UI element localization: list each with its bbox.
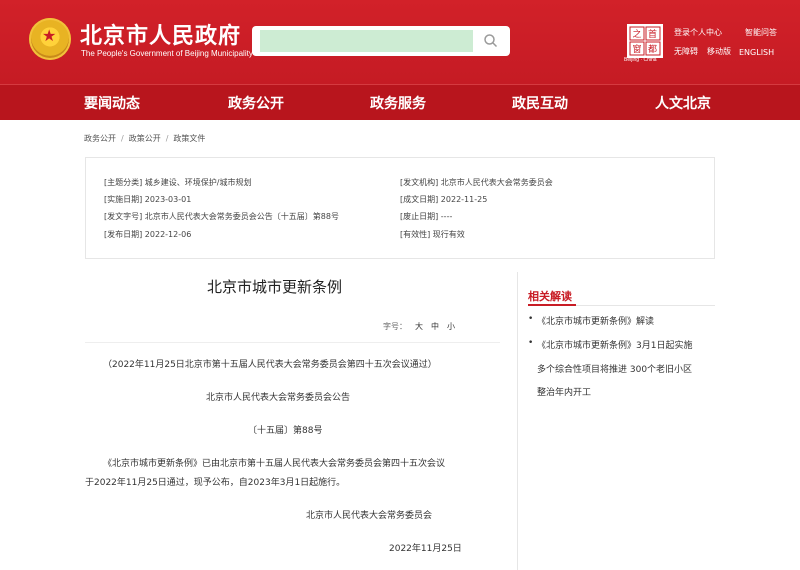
site-title[interactable]: 北京市人民政府 <box>80 18 241 50</box>
emblem-star-icon: ★ <box>42 26 57 45</box>
article-date: 2022年11月25日 <box>389 544 462 554</box>
related-title-rule <box>576 305 715 306</box>
svg-text:首: 首 <box>648 28 657 40</box>
meta-issuer-value: 北京市人民代表大会常务委员会 <box>440 178 553 187</box>
breadcrumb-separator: / <box>121 134 124 143</box>
article-paragraph-line: 《北京市城市更新条例》已由北京市第十五届人民代表大会常务委员会第四十五次会议 <box>103 459 446 469</box>
meta-abolish-date: [废止日期] ---- <box>400 211 452 222</box>
search-box <box>252 26 510 56</box>
meta-docno-label: [发文字号] <box>104 212 143 221</box>
related-item-link-line[interactable]: 多个综合性项目将推进 300个老旧小区 <box>537 362 692 375</box>
article-passed-note: （2022年11月25日北京市第十五届人民代表大会常务委员会第四十五次会议通过） <box>103 360 437 370</box>
font-size-large-button[interactable]: 大 <box>415 322 423 331</box>
breadcrumb: 政务公开 / 政策公开 / 政策文件 <box>84 133 205 144</box>
meta-subject-value: 城乡建设、环境保护/城市规划 <box>144 178 252 187</box>
svg-text:都: 都 <box>648 44 657 55</box>
meta-docno-value: 北京市人民代表大会常务委员会公告〔十五届〕第88号 <box>144 212 339 221</box>
search-icon[interactable] <box>482 32 500 50</box>
meta-document-number: [发文字号] 北京市人民代表大会常务委员会公告〔十五届〕第88号 <box>104 211 339 222</box>
svg-text:窗: 窗 <box>632 43 641 55</box>
meta-abolish-value: ---- <box>440 212 453 221</box>
meta-subject-label: [主题分类] <box>104 178 143 187</box>
font-size-controls: 字号： 大中小 <box>383 321 455 332</box>
main-nav: 要闻动态 政务公开 政务服务 政民互动 人文北京 <box>0 84 800 120</box>
nav-item-news[interactable]: 要闻动态 <box>84 93 140 113</box>
font-size-medium-button[interactable]: 中 <box>431 322 439 331</box>
search-input[interactable] <box>260 30 473 52</box>
meta-effective-value: 2023-03-01 <box>144 195 192 204</box>
national-emblem-icon[interactable]: ★ <box>29 18 71 60</box>
related-bullet: • <box>528 314 534 324</box>
related-title-underline <box>528 304 576 306</box>
meta-publish-label: [发布日期] <box>104 230 143 239</box>
related-item-link[interactable]: 《北京市城市更新条例》解读 <box>537 314 654 327</box>
font-size-label: 字号： <box>383 322 407 331</box>
article-signature: 北京市人民代表大会常务委员会 <box>306 511 433 521</box>
accessibility-link[interactable]: 无障碍 <box>674 46 698 57</box>
document-metadata-box <box>85 157 715 259</box>
meta-publish-date: [发布日期] 2022-12-06 <box>104 229 191 240</box>
meta-written-value: 2022-11-25 <box>440 195 488 204</box>
article-number-line: 〔十五届〕第88号 <box>248 426 323 436</box>
meta-validity-value: 现行有效 <box>432 230 465 239</box>
meta-abolish-label: [废止日期] <box>400 212 439 221</box>
nav-item-government-affairs[interactable]: 政务公开 <box>228 93 284 113</box>
related-item-link[interactable]: 《北京市城市更新条例》3月1日起实施 <box>537 338 692 351</box>
column-divider <box>517 272 518 570</box>
breadcrumb-item[interactable]: 政务公开 <box>84 134 116 143</box>
mobile-link[interactable]: 移动版 <box>707 46 731 57</box>
related-section-title: 相关解读 <box>528 290 572 303</box>
meta-validity-label: [有效性] <box>400 230 431 239</box>
meta-effective-label: [实施日期] <box>104 195 143 204</box>
breadcrumb-item[interactable]: 政策公开 <box>129 134 161 143</box>
nav-item-services[interactable]: 政务服务 <box>370 93 426 113</box>
english-link[interactable]: ENGLISH <box>739 48 774 57</box>
font-size-small-button[interactable]: 小 <box>447 322 455 331</box>
breadcrumb-item[interactable]: 政策文件 <box>173 134 205 143</box>
meta-written-date: [成文日期] 2022-11-25 <box>400 194 487 205</box>
capital-window-subtext: Beijing · China <box>624 57 657 63</box>
article-issuer-line: 北京市人民代表大会常务委员会公告 <box>206 393 351 403</box>
login-link[interactable]: 登录个人中心 <box>674 27 722 38</box>
meta-subject: [主题分类] 城乡建设、环境保护/城市规划 <box>104 177 252 188</box>
svg-text:之: 之 <box>632 28 641 40</box>
nav-item-culture[interactable]: 人文北京 <box>655 93 711 113</box>
smart-qa-link[interactable]: 智能问答 <box>745 27 777 38</box>
article-title: 北京市城市更新条例 <box>207 278 343 296</box>
nav-item-interaction[interactable]: 政民互动 <box>512 93 568 113</box>
meta-issuer-label: [发文机构] <box>400 178 439 187</box>
article-separator <box>85 342 500 343</box>
breadcrumb-separator: / <box>165 134 169 143</box>
capital-window-logo-icon[interactable]: 首 都 之 窗 <box>627 24 663 58</box>
meta-validity: [有效性] 现行有效 <box>400 229 465 240</box>
meta-written-label: [成文日期] <box>400 195 439 204</box>
related-item-link-line[interactable]: 整治年内开工 <box>537 385 591 398</box>
article-paragraph-line: 于2022年11月25日通过，现予公布，自2023年3月1日起施行。 <box>85 478 346 488</box>
meta-issuer: [发文机构] 北京市人民代表大会常务委员会 <box>400 177 553 188</box>
site-subtitle: The People's Government of Beijing Munic… <box>81 49 253 58</box>
meta-effective-date: [实施日期] 2023-03-01 <box>104 194 191 205</box>
meta-publish-value: 2022-12-06 <box>144 230 192 239</box>
related-bullet: • <box>528 338 534 348</box>
